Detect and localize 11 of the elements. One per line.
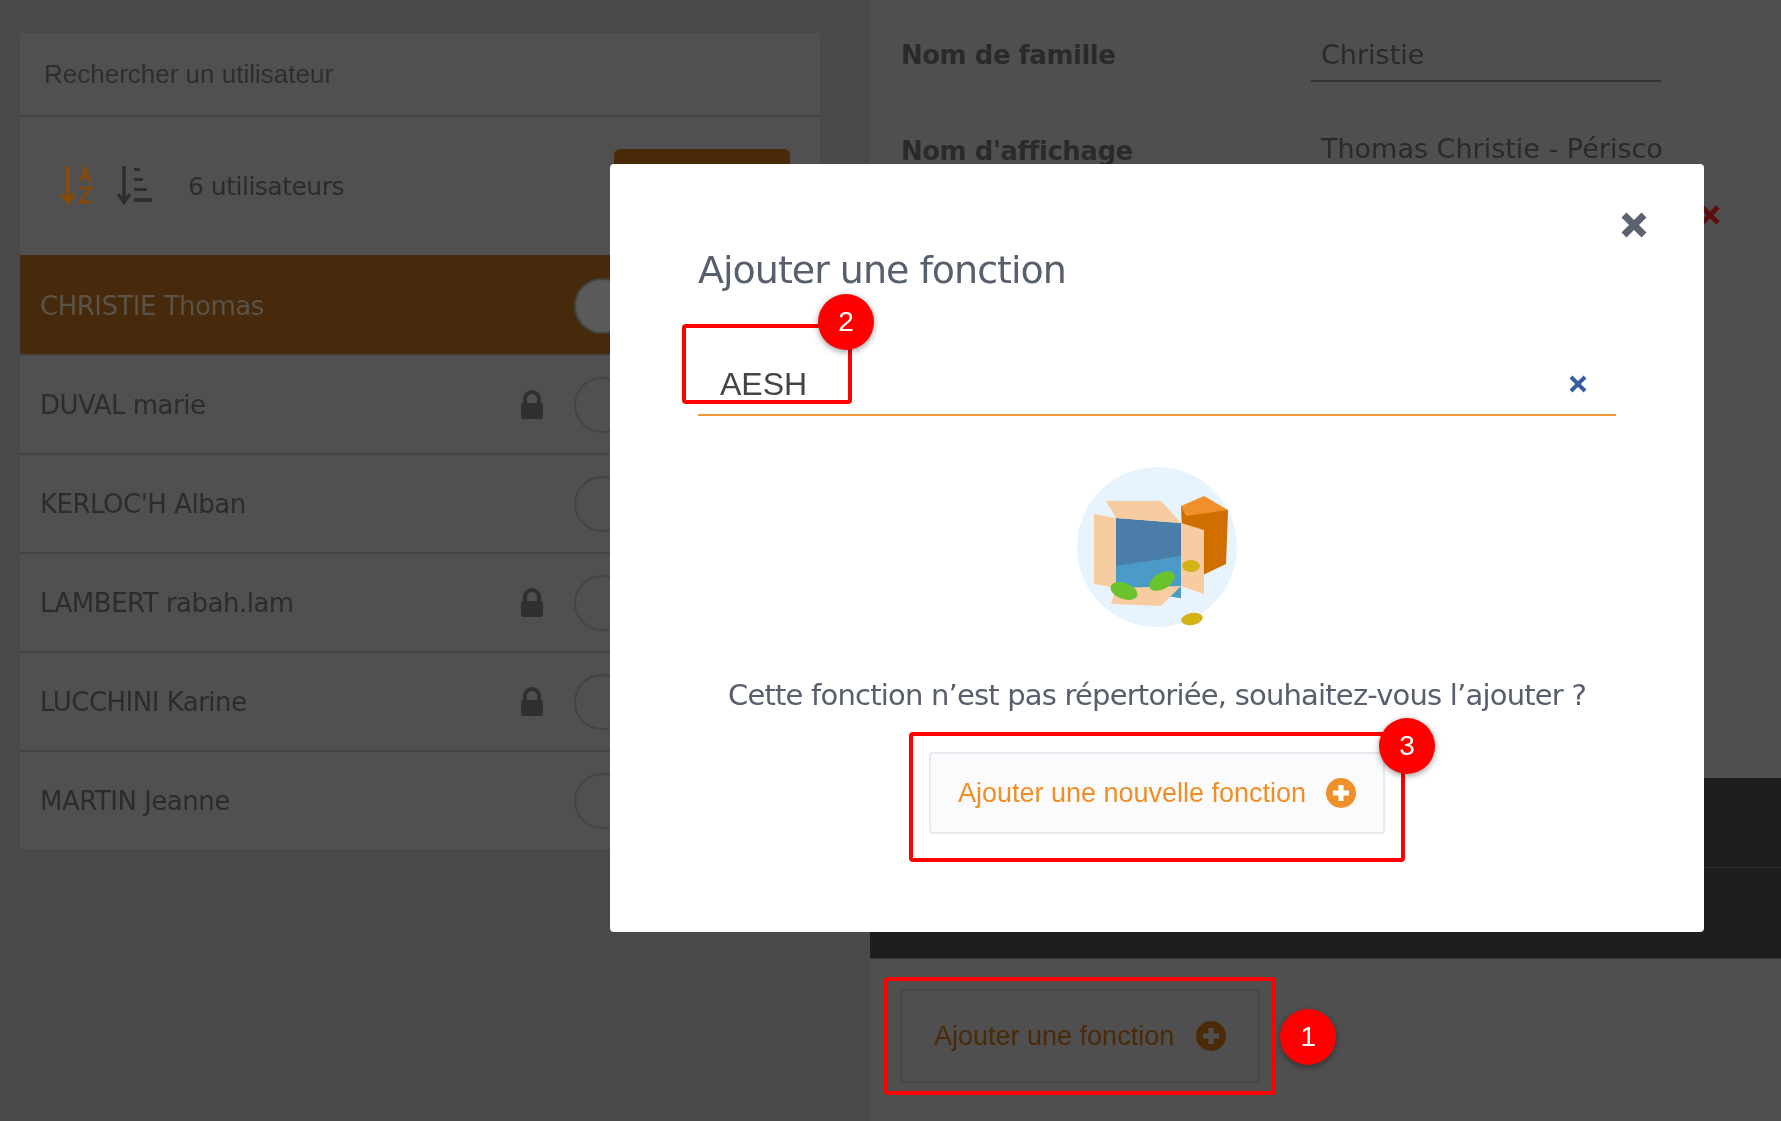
plus-circle-icon [1326,778,1357,808]
annotation-badge: 2 [818,294,874,350]
annotation-badge: 1 [1280,1009,1337,1065]
plus-circle-icon [1196,1021,1227,1051]
clear-icon[interactable] [1568,374,1588,394]
add-new-function-button[interactable]: Ajouter une nouvelle fonction [929,752,1385,834]
annotation-badge: 3 [1379,718,1435,774]
search-field[interactable]: AESH [698,354,1616,416]
add-function-button[interactable]: Ajouter une fonction [900,989,1261,1083]
close-icon[interactable] [1620,211,1648,239]
user-name: CHRISTIE Thomas [40,290,265,321]
